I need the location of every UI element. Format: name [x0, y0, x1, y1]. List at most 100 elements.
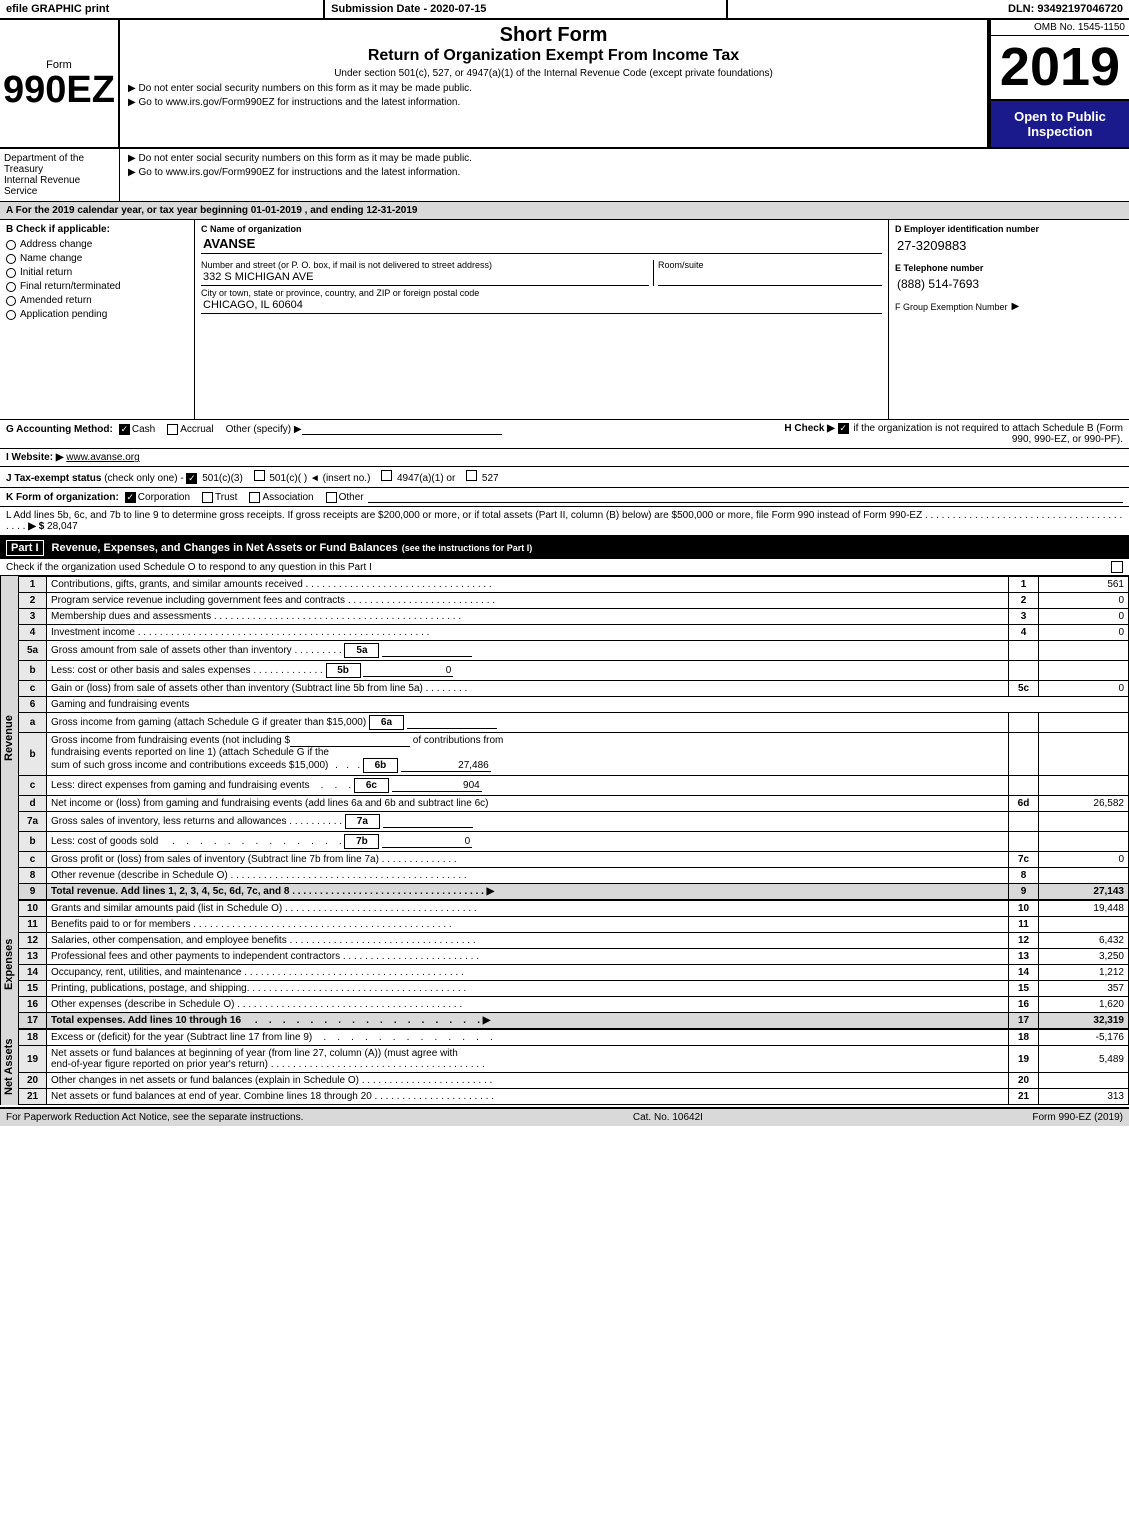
line-desc: Salaries, other compensation, and employ… [47, 933, 1009, 949]
final-circle [6, 282, 16, 292]
room-suite: Room/suite [654, 260, 882, 286]
table-row: 9 Total revenue. Add lines 1, 2, 3, 4, 5… [19, 884, 1129, 900]
line-ref [1009, 776, 1039, 796]
h-checkbox: ✓ [838, 423, 849, 434]
line-amount: 19,448 [1039, 901, 1129, 917]
table-row: c Gross profit or (loss) from sales of i… [19, 852, 1129, 868]
table-row: b Less: cost or other basis and sales ex… [19, 661, 1129, 681]
501c-checkbox [254, 470, 265, 481]
accrual-label: Accrual [180, 424, 213, 435]
table-row: 19 Net assets or fund balances at beginn… [19, 1046, 1129, 1073]
table-row: 11 Benefits paid to or for members . . .… [19, 917, 1129, 933]
expenses-side-label: Expenses [0, 900, 18, 1029]
table-row: 4 Investment income . . . . . . . . . . … [19, 625, 1129, 641]
expenses-table-container: 10 Grants and similar amounts paid (list… [18, 900, 1129, 1029]
table-row: 1 Contributions, gifts, grants, and simi… [19, 577, 1129, 593]
line-desc: Gross income from gaming (attach Schedul… [47, 713, 1009, 733]
line-ref: 16 [1009, 997, 1039, 1013]
section-b-container: B Check if applicable: Address change Na… [0, 220, 1129, 420]
line-ref: 18 [1009, 1030, 1039, 1046]
table-row: 20 Other changes in net assets or fund b… [19, 1073, 1129, 1089]
id-section: D Employer identification number 27-3209… [889, 220, 1129, 419]
amended-circle [6, 296, 16, 306]
l-text: L Add lines 5b, 6c, and 7b to line 9 to … [6, 510, 922, 521]
line-amount: 3,250 [1039, 949, 1129, 965]
line-amount: 357 [1039, 981, 1129, 997]
table-row: 17 Total expenses. Add lines 10 through … [19, 1013, 1129, 1029]
line-desc: Occupancy, rent, utilities, and maintena… [47, 965, 1009, 981]
line-num: 4 [19, 625, 47, 641]
check-title: B Check if applicable: [6, 224, 188, 235]
table-row: 6 Gaming and fundraising events [19, 697, 1129, 713]
dept-info: Department of the Treasury Internal Reve… [0, 149, 120, 201]
table-row: 21 Net assets or fund balances at end of… [19, 1089, 1129, 1105]
line-amount [1039, 868, 1129, 884]
line-num: 19 [19, 1046, 47, 1073]
line-num: 1 [19, 577, 47, 593]
cash-checkbox: ✓ [119, 424, 130, 435]
line-num: c [19, 852, 47, 868]
name-circle [6, 254, 16, 264]
line-desc: Contributions, gifts, grants, and simila… [47, 577, 1009, 593]
check-final: Final return/terminated [6, 281, 188, 292]
dept-inst1: ▶ Do not enter social security numbers o… [128, 153, 1121, 164]
c-label: C Name of organization [201, 224, 882, 234]
check-applicable: B Check if applicable: Address change Na… [0, 220, 195, 419]
line-desc: Gaming and fundraising events [47, 697, 1129, 713]
check-address: Address change [6, 239, 188, 250]
check-only: (check only one) - [104, 473, 183, 484]
line-amount [1039, 713, 1129, 733]
table-row: 2 Program service revenue including gove… [19, 593, 1129, 609]
501c-label: 501(c)( ) ◄ (insert no.) [269, 473, 370, 484]
accounting-row: G Accounting Method: ✓ Cash Accrual Othe… [0, 420, 1129, 449]
net-assets-side-label: Net Assets [0, 1029, 18, 1105]
line-ref: 8 [1009, 868, 1039, 884]
check-initial: Initial return [6, 267, 188, 278]
table-row: 16 Other expenses (describe in Schedule … [19, 997, 1129, 1013]
l-value: 28,047 [47, 521, 78, 532]
form-org-row: K Form of organization: ✓ Corporation Tr… [0, 488, 1129, 507]
line-ref: 20 [1009, 1073, 1039, 1089]
line-amount [1039, 641, 1129, 661]
line-amount: -5,176 [1039, 1030, 1129, 1046]
revenue-table: 1 Contributions, gifts, grants, and simi… [18, 576, 1129, 900]
omb-number: OMB No. 1545-1150 [991, 20, 1129, 36]
line-ref: 4 [1009, 625, 1039, 641]
footer-cat: Cat. No. 10642I [633, 1112, 703, 1123]
line-ref: 7c [1009, 852, 1039, 868]
line-num: b [19, 832, 47, 852]
501c3-label: 501(c)(3) [202, 473, 243, 484]
line-num: 8 [19, 868, 47, 884]
line-num: 10 [19, 901, 47, 917]
line-num: 18 [19, 1030, 47, 1046]
h-text: if the organization is not required to a… [853, 423, 1123, 445]
line-num: 21 [19, 1089, 47, 1105]
line-desc: Gross profit or (loss) from sales of inv… [47, 852, 1009, 868]
line-desc: Grants and similar amounts paid (list in… [47, 901, 1009, 917]
corp-checkbox: ✓ [125, 492, 136, 503]
line-desc: Less: direct expenses from gaming and fu… [47, 776, 1009, 796]
line-num: 3 [19, 609, 47, 625]
final-label: Final return/terminated [20, 281, 121, 292]
under-section: Under section 501(c), 527, or 4947(a)(1)… [128, 68, 979, 79]
line-desc: Other expenses (describe in Schedule O) … [47, 997, 1009, 1013]
part1-label: Part I [6, 540, 44, 556]
501c3-checkbox: ✓ [186, 473, 197, 484]
other-label: Other (specify) ▶ [226, 424, 302, 435]
instruction1: ▶ Do not enter social security numbers o… [128, 83, 979, 94]
l-row: L Add lines 5b, 6c, and 7b to line 9 to … [0, 507, 1129, 537]
city-value: CHICAGO, IL 60604 [201, 298, 882, 314]
line-ref: 1 [1009, 577, 1039, 593]
trust-checkbox [202, 492, 213, 503]
pending-label: Application pending [20, 309, 107, 320]
check-pending: Application pending [6, 309, 188, 320]
net-assets-table-container: 18 Excess or (deficit) for the year (Sub… [18, 1029, 1129, 1105]
table-row: 14 Occupancy, rent, utilities, and maint… [19, 965, 1129, 981]
page: efile GRAPHIC print Submission Date - 20… [0, 0, 1129, 1126]
line-desc: Gross sales of inventory, less returns a… [47, 812, 1009, 832]
line-desc: Printing, publications, postage, and shi… [47, 981, 1009, 997]
line-desc: Less: cost of goods sold . . . . . . . .… [47, 832, 1009, 852]
line-num: 20 [19, 1073, 47, 1089]
line-num: 2 [19, 593, 47, 609]
f-row: F Group Exemption Number ▶ [895, 301, 1123, 312]
